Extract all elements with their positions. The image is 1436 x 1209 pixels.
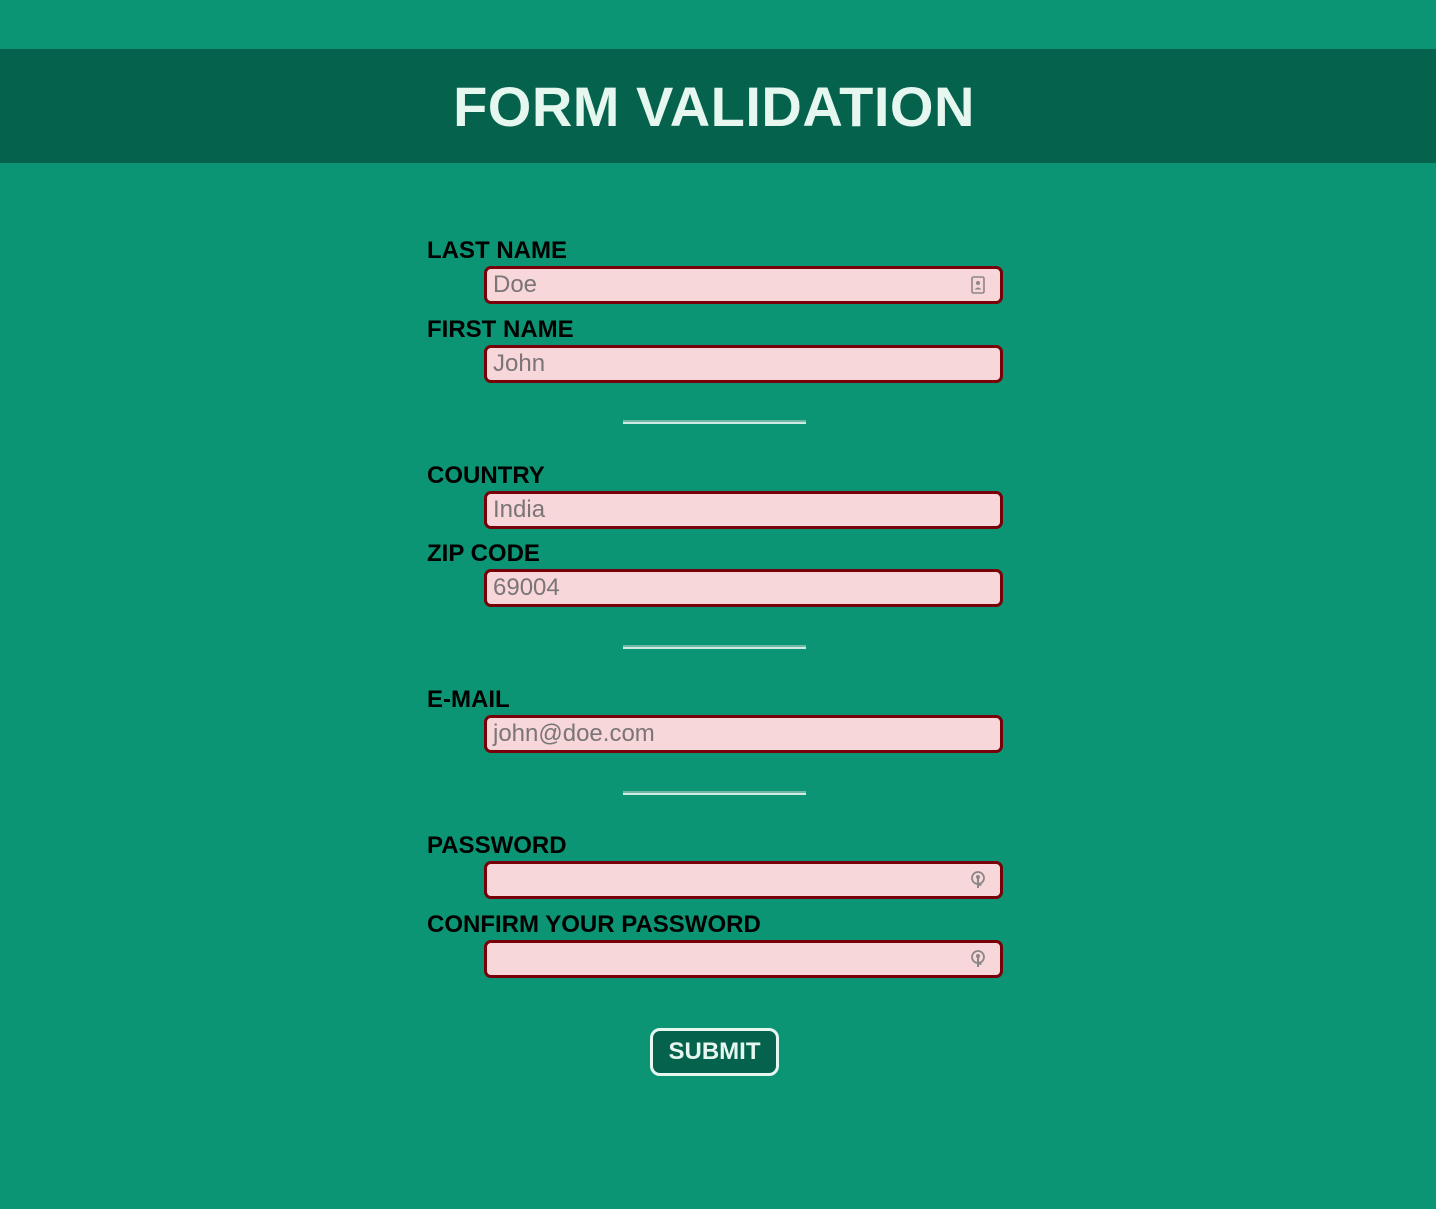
email-label: E-MAIL xyxy=(427,686,510,713)
first-name-label: FIRST NAME xyxy=(427,316,574,343)
confirm-password-field[interactable] xyxy=(484,940,1003,978)
zip-code-label: ZIP CODE xyxy=(427,540,540,567)
first-name-value: John xyxy=(493,350,546,377)
last-name-value: Doe xyxy=(493,271,538,298)
first-name-field[interactable]: John xyxy=(484,345,1003,383)
confirm-password-label: CONFIRM YOUR PASSWORD xyxy=(427,911,761,938)
zip-code-field[interactable]: 69004 xyxy=(484,569,1003,607)
password-field[interactable] xyxy=(484,861,1003,899)
email-value: john@doe.com xyxy=(493,720,655,747)
country-field[interactable]: India xyxy=(484,491,1003,529)
section-divider xyxy=(623,645,806,649)
last-name-label: LAST NAME xyxy=(427,237,567,264)
last-name-field[interactable]: Doe xyxy=(484,266,1003,304)
country-label: COUNTRY xyxy=(427,462,545,489)
email-field[interactable]: john@doe.com xyxy=(484,715,1003,753)
contact-card-icon[interactable] xyxy=(970,276,986,294)
section-divider xyxy=(623,420,806,424)
key-icon[interactable] xyxy=(970,950,986,968)
section-divider xyxy=(623,791,806,795)
country-value: India xyxy=(493,496,546,523)
page-title: FORM VALIDATION xyxy=(453,74,975,138)
submit-button[interactable]: SUBMIT xyxy=(650,1028,779,1076)
key-icon[interactable] xyxy=(970,871,986,889)
password-label: PASSWORD xyxy=(427,832,567,859)
page-header: FORM VALIDATION xyxy=(0,49,1436,163)
zip-code-value: 69004 xyxy=(493,574,560,601)
